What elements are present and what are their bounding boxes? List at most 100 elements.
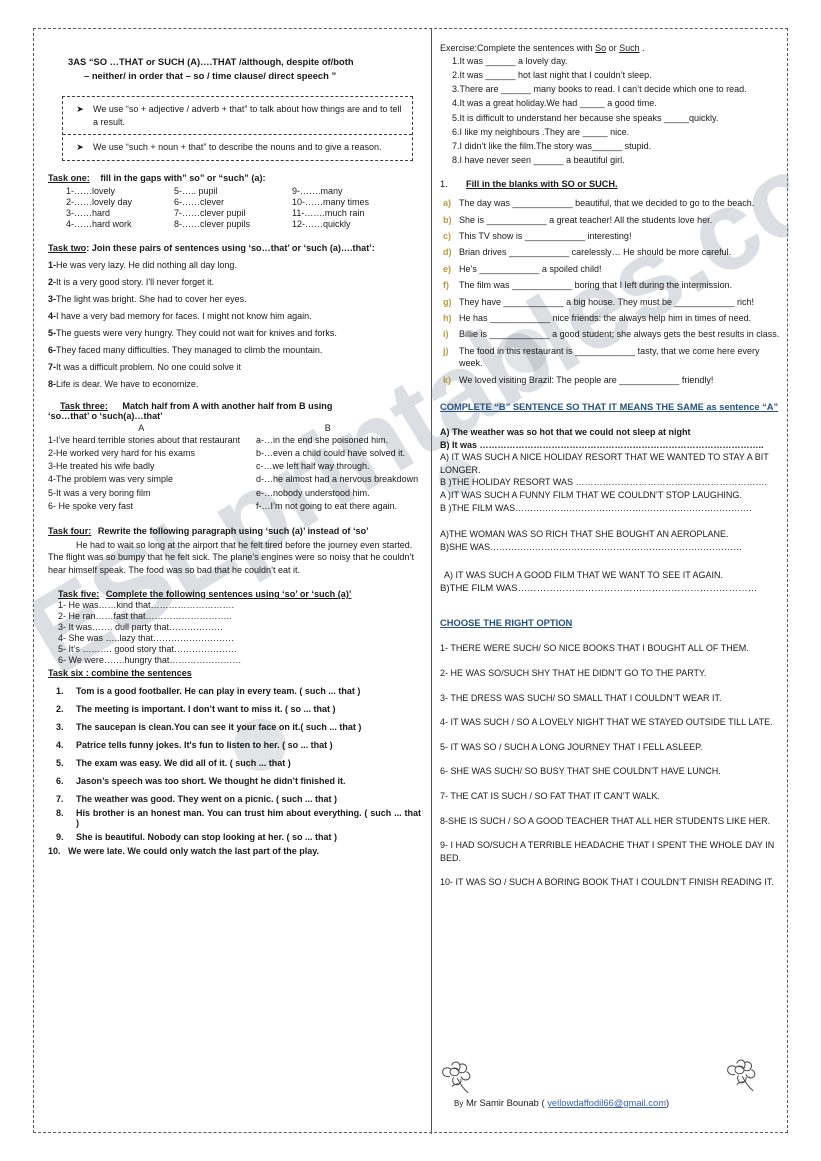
daffodil-flower-icon [442, 1061, 471, 1094]
match-half-a: 6- He spoke very fast [48, 500, 134, 511]
task-four-heading: Task four: Rewrite the following paragra… [48, 526, 421, 536]
item-letter: c) [443, 230, 452, 241]
list-item: 3. The saucepan is clean.You can see it y… [48, 722, 421, 732]
item-text: We loved visiting Brazil: The people are… [459, 374, 714, 385]
match-half-b: f-…I’m not going to eat there again. [256, 500, 398, 511]
task-four-paragraph: He had to wait so long at the airport th… [48, 539, 414, 575]
gap-item: 7-……clever pupil [174, 208, 246, 219]
list-item: 8-SHE IS SUCH / SO A GOOD TEACHER THAT A… [440, 815, 771, 826]
item-number: 6. [56, 776, 64, 787]
item-text: The film was ____________ boring that I … [459, 280, 733, 291]
arrow-bullet-icon: ➤ [76, 142, 84, 153]
item-text: She is beautiful. Nobody can stop lookin… [76, 832, 338, 843]
list-item: d) Brian drives ____________ carelessly… … [440, 246, 781, 258]
gap-item: 6-……clever [174, 197, 225, 208]
list-item: 3- It was……. dull party that……………… [58, 622, 224, 633]
list-item: 1. Tom is a good footballer. He can play … [48, 686, 421, 696]
list-item: j) The food in this restaurant is _______… [440, 345, 781, 370]
item-number: 7- [48, 362, 57, 373]
gap-item: 8-……clever pupils [174, 219, 251, 230]
item-number: 6- [48, 345, 57, 356]
item-number: 7. [56, 794, 64, 805]
list-item: 8.I have never seen ______ a beautiful g… [452, 154, 625, 165]
gap-item: 9-…….many [292, 186, 343, 197]
list-item: 6- We were…….hungry that…………………… [58, 655, 242, 666]
item-number: 8- [48, 379, 57, 390]
item-letter: j) [443, 345, 449, 356]
item-letter: i) [443, 329, 449, 340]
list-item: 7- THE CAT IS SUCH / SO FAT THAT IT CAN’… [440, 790, 661, 801]
worksheet-page: ESLprintables.com 3AS “SO …THAT or SUCH … [33, 28, 789, 1134]
match-row: 4-The problem was very simple d-…he almos… [48, 473, 421, 485]
item-number: 10. [48, 846, 61, 857]
exercise-list: 1.It was ______ a lovely day. 2.It was _… [440, 55, 781, 166]
item-text: They have ____________ a big house. They… [459, 296, 755, 307]
item-number: 4. [56, 740, 64, 751]
list-item: 5. The exam was easy. We did all of it. (… [48, 758, 421, 768]
choose-option-heading: CHOOSE THE RIGHT OPTION [440, 617, 573, 629]
list-item: b) She is ____________ a great teacher! A… [440, 214, 781, 226]
list-item: 6- SHE WAS SUCH/ SO BUSY THAT SHE COULDN… [440, 766, 721, 777]
item-letter: h) [443, 312, 452, 323]
list-item: 8. His brother is an honest man. You can … [48, 808, 421, 828]
match-half-a: 3-He treated his wife badly [48, 461, 155, 472]
item-text: Tom is a good footballer. He can play in… [76, 686, 361, 697]
gap-item: 4-……hard work [66, 219, 132, 230]
list-item: 10- IT WAS SO / SUCH A BORING BOOK THAT … [440, 877, 774, 888]
column-b-label: B [324, 423, 331, 434]
choose-option-list: 1- THERE WERE SUCH/ SO NICE BOOKS THAT I… [440, 642, 781, 889]
rule-text: We use “so + adjective / adverb + that” … [93, 104, 402, 127]
list-item: k) We loved visiting Brazil: The people a… [440, 374, 781, 386]
match-half-b: d-…he almost had a nervous breakdown [256, 474, 419, 485]
list-item: h) He has ____________ nice friends: the … [440, 312, 781, 324]
item-text: The light was bright. She had to cover h… [56, 294, 247, 305]
list-item: 4- IT WAS SUCH / SO A LOVELY NIGHT THAT … [440, 717, 773, 728]
list-item: 4- She was …..lazy that……………………… [58, 633, 235, 644]
list-item: 3-The light was bright. She had to cover… [48, 294, 421, 304]
item-text: The food in this restaurant is _________… [459, 345, 760, 369]
match-row: 6- He spoke very fast f-…I’m not going t… [48, 500, 421, 512]
gap-item: 2-……lovely day [66, 197, 133, 208]
item-text: The meeting is important. I don’t want t… [76, 704, 336, 715]
gap-item: 1-……lovely [66, 186, 116, 197]
footer-credit: By Mr Samir Bounab ( yellowdaffodil66@gm… [432, 1058, 789, 1124]
match-half-a: 5-It was a very boring film [48, 487, 151, 498]
gap-item: 5-….. pupil [174, 186, 218, 197]
task-three-label: Task three: [60, 401, 108, 412]
footer-email-link[interactable]: yellowdaffodil66@gmail.com [547, 1097, 666, 1108]
right-column: Exercise:Complete the sentences with So … [432, 29, 789, 889]
item-text: Life is dear. We have to economize. [56, 379, 199, 390]
match-half-a: 4-The problem was very simple [48, 474, 174, 485]
task-two-heading: Task two: Join these pairs of sentences … [48, 243, 421, 253]
list-item: 1-He was very lazy. He did nothing all d… [48, 260, 421, 270]
complete-b-block: A) The weather was so hot that we could … [440, 426, 781, 514]
list-item: 9- I HAD SO/SUCH A TERRIBLE HEADACHE THA… [440, 840, 775, 863]
ab-line: B )THE FILM WAS…………………………………………………………………… [440, 502, 752, 513]
list-item: 9. She is beautiful. Nobody can stop look… [48, 832, 421, 842]
list-item: 8-Life is dear. We have to economize. [48, 379, 421, 389]
page-title-line2: – neither/ in order that – so / time cla… [84, 69, 337, 81]
item-number: 9. [56, 832, 64, 843]
list-item: 4-I have a very bad memory for faces. I … [48, 311, 421, 321]
item-text: He’s ____________ a spoiled child! [459, 263, 602, 274]
list-item: 7.I didn’t like the film.The story was__… [452, 140, 652, 151]
list-item: 6-They faced many difficulties. They man… [48, 345, 421, 355]
item-text: The day was ____________ beautiful, that… [459, 198, 755, 209]
item-text: Patrice tells funny jokes. It's fun to l… [76, 740, 333, 751]
item-letter: f) [443, 280, 449, 291]
match-half-b: a-…in the end she poisoned him. [256, 435, 389, 446]
ab-line: B) It was ………………………………………………………………………………… [440, 439, 764, 450]
match-row: 3-He treated his wife badly c-…we left ha… [48, 460, 421, 472]
arrow-bullet-icon: ➤ [76, 104, 84, 115]
complete-b-block: A) IT WAS SUCH A GOOD FILM THAT WE WANT … [440, 569, 781, 595]
task-two-label: Task two [48, 243, 87, 254]
exercise-heading-post: . [639, 43, 645, 53]
list-item: 7. The weather was good. They went on a p… [48, 794, 421, 804]
list-item: i) Billie is ____________ a good student;… [440, 328, 781, 340]
list-item: 7-It was a difficult problem. No one cou… [48, 362, 421, 372]
list-item: g) They have ____________ a big house. Th… [440, 296, 781, 308]
list-item: 2- HE WAS SO/SUCH SHY THAT HE DIDN’T GO … [440, 667, 707, 678]
task-four-instruction: Rewrite the following paragraph using ‘s… [97, 525, 369, 536]
item-letter: d) [443, 247, 452, 258]
item-text: The saucepan is clean.You can see it you… [76, 722, 362, 733]
